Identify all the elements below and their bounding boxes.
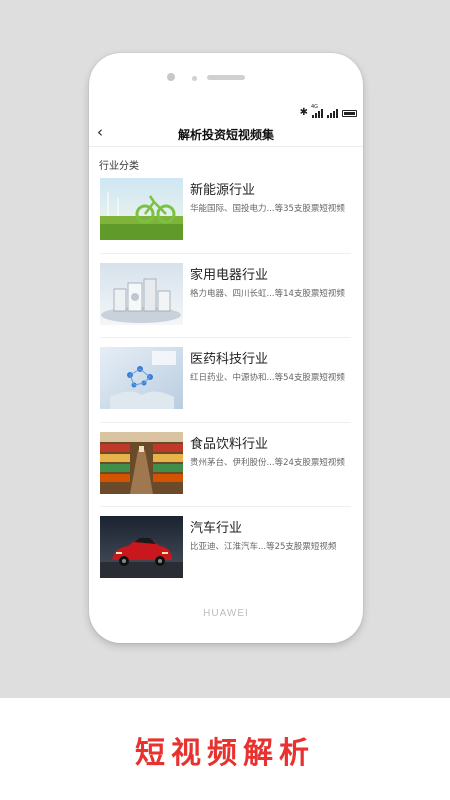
signal-icon: 4G: [311, 104, 323, 118]
industry-title: 家用电器行业: [190, 267, 269, 283]
industry-title: 汽车行业: [190, 521, 243, 536]
list-item-medical-tech[interactable]: 医药科技行业 红日药业、中源协和...等54支股票短视频: [100, 338, 351, 423]
network-type-label: 4G: [311, 104, 319, 110]
page-title: 解析投资短视频集: [177, 128, 274, 142]
thumbnail-image: [100, 516, 183, 578]
list-item-home-appliances[interactable]: 家用电器行业 格力电器、四川长虹...等14支股票短视频: [100, 254, 351, 338]
industry-description: 红日药业、中源协和...等54支股票短视频: [190, 373, 345, 383]
nav-bar: ‹ 解析投资短视频集: [89, 121, 363, 147]
status-icons: ✱ 4G: [299, 104, 357, 121]
industry-title: 新能源行业: [190, 183, 256, 198]
industry-title: 医药科技行业: [190, 352, 269, 367]
thumbnail-image: [100, 431, 183, 494]
thumbnail-image: [100, 347, 183, 409]
list-item-new-energy[interactable]: 新能源行业 华能国际、国投电力...等35支股票短视频: [100, 169, 351, 254]
industry-description: 华能国际、国投电力...等35支股票短视频: [190, 204, 345, 214]
front-camera: [167, 73, 175, 81]
bluetooth-icon: ✱: [299, 107, 308, 118]
sensor-dot: [192, 76, 197, 81]
industry-description: 贵州茅台、伊利股份...等24支股票短视频: [190, 457, 345, 468]
battery-icon: [342, 109, 357, 117]
signal-icon-2: [327, 108, 338, 118]
thumbnail-image: [100, 178, 183, 240]
thumbnail-image: [100, 262, 183, 325]
industry-description: 格力电器、四川长虹...等14支股票短视频: [190, 288, 345, 299]
promo-caption: 短视频解析: [135, 736, 315, 771]
list-item-food-beverage[interactable]: 食品饮料行业 贵州茅台、伊利股份...等24支股票短视频: [100, 423, 351, 507]
industry-title: 食品饮料行业: [190, 436, 269, 452]
industry-description: 比亚迪、江淮汽车...等25支股票短视频: [190, 542, 337, 552]
device-brand-logo: HUAWEI: [203, 608, 249, 619]
phone-mockup: ✱ 4G ‹ 解析投资短视频集 行业分类 新能源行业 华能国际、国投电力...等…: [89, 53, 363, 643]
industry-list: 新能源行业 华能国际、国投电力...等35支股票短视频 家用电器行业 格力电器、…: [89, 169, 363, 592]
status-bar: ✱ 4G: [89, 104, 363, 121]
list-item-automobile[interactable]: 汽车行业 比亚迪、江淮汽车...等25支股票短视频: [100, 507, 351, 592]
earpiece-speaker: [207, 75, 245, 80]
